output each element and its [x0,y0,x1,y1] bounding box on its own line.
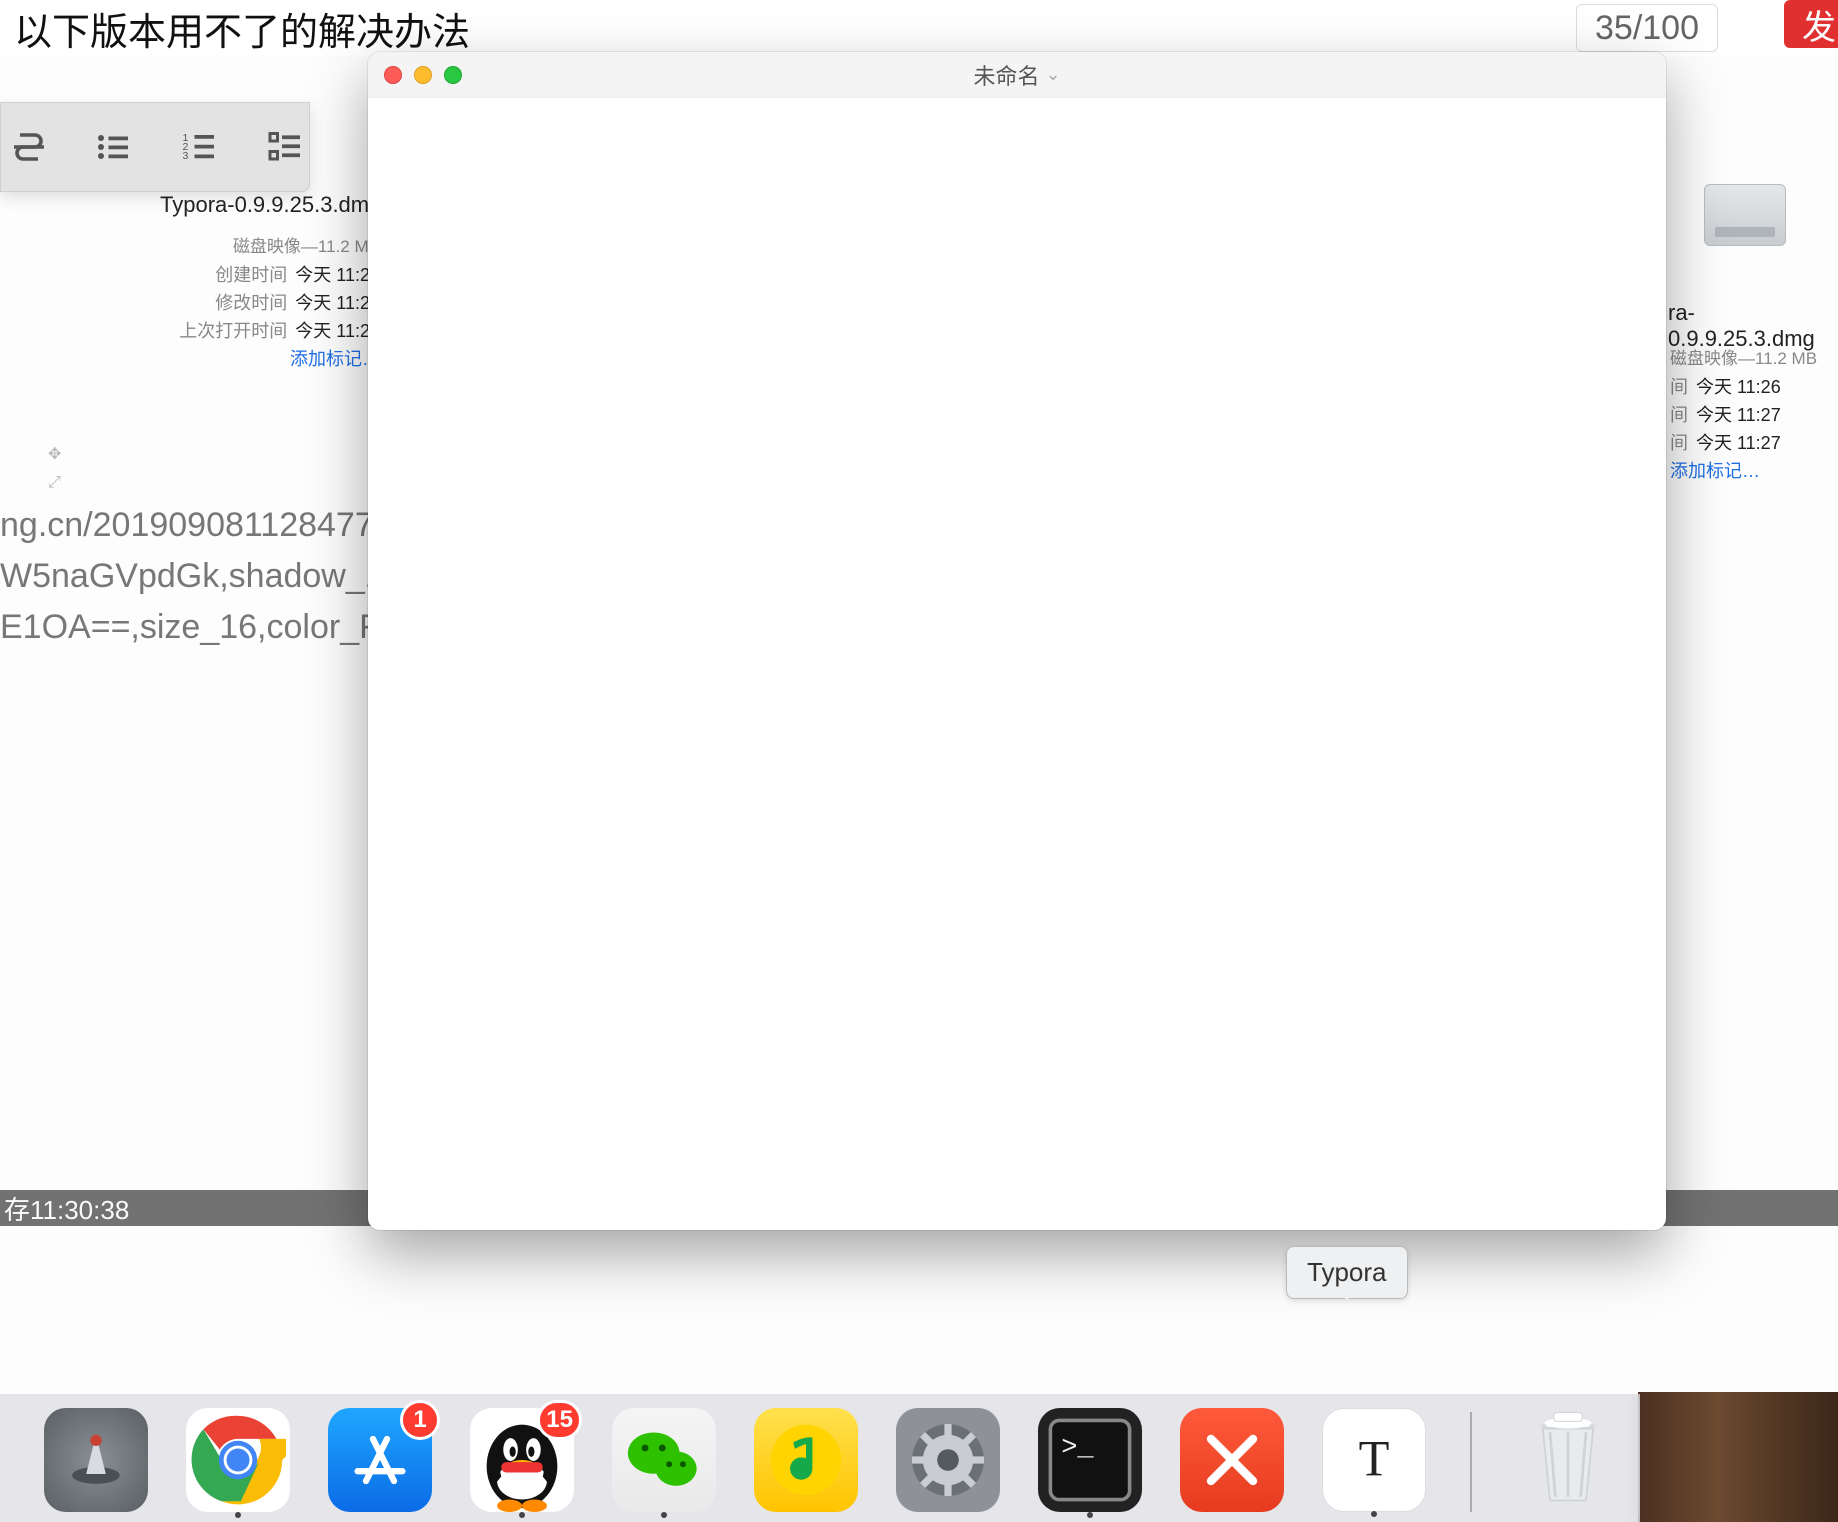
dock-app-system-preferences[interactable] [896,1408,1000,1512]
status-text: 存11:30:38 [4,1190,129,1227]
badge: 1 [400,1400,440,1440]
char-counter: 35/100 [1576,4,1718,52]
target-icon[interactable]: ✥ [48,444,61,464]
add-tag-link[interactable]: 添加标记… [290,345,380,371]
desktop-background-fragment [1638,1392,1838,1522]
meta-label: 间 [1670,401,1688,427]
dock-app-qq[interactable]: 15 [470,1408,574,1512]
running-indicator-icon [1371,1511,1377,1517]
publish-button[interactable]: 发 [1784,0,1838,48]
svg-text:3: 3 [183,150,189,162]
meta-value: 今天 11:27 [1696,401,1781,427]
editor-body[interactable] [368,98,1666,1230]
dock: 1 15 >_ T [0,1362,1838,1522]
file-name-left: Typora-0.9.9.25.3.dmg [160,192,381,218]
dock-separator [1470,1412,1472,1512]
dock-app-qqmusic[interactable] [754,1408,858,1512]
window-title: 未命名 ⌄ [368,59,1666,91]
image-tool-icons: ✥ ⤢ [48,444,61,492]
background-editor-header: 以下版本用不了的解决办法 [0,0,1838,56]
running-indicator-icon [519,1512,525,1518]
meta-value: 今天 11:27 [1696,429,1781,455]
dock-tooltip: Typora [1286,1246,1408,1299]
meta-label: 创建时间 [215,261,287,287]
url-line: E1OA==,size_16,color_FF [0,602,403,653]
dock-app-launchpad[interactable] [44,1408,148,1512]
meta-label: 间 [1670,373,1688,399]
running-indicator-icon [235,1512,241,1518]
meta-label: 间 [1670,429,1688,455]
article-title-input[interactable]: 以下版本用不了的解决办法 [10,1,470,56]
url-line: W5naGVpdGk,shadow_10 [0,551,403,602]
meta-value: 今天 11:26 [1696,373,1781,399]
running-indicator-icon [1087,1512,1093,1518]
svg-text:>_: >_ [1061,1434,1094,1464]
badge: 15 [537,1400,582,1440]
strikethrough-icon[interactable] [11,129,47,165]
dock-app-xmind[interactable] [1180,1408,1284,1512]
window-titlebar[interactable]: 未命名 ⌄ [368,52,1666,98]
svg-text:T: T [1359,1430,1390,1486]
file-info-left: 磁盘映像—11.2 MB 创建时间今天 11:26 修改时间今天 11:27 上… [100,232,380,373]
url-line: ng.cn/2019090811284770 [0,500,403,551]
file-info-right: 磁盘映像—11.2 MB 间今天 11:26 间今天 11:27 间今天 11:… [1670,344,1838,485]
running-indicator-icon [661,1512,667,1518]
chevron-down-icon[interactable]: ⌄ [1045,64,1060,85]
task-list-icon[interactable] [265,129,305,165]
meta-label: 上次打开时间 [179,317,287,343]
meta-label: 修改时间 [215,289,287,315]
url-text-block: ng.cn/2019090811284770 W5naGVpdGk,shadow… [0,500,403,653]
dock-app-chrome[interactable] [186,1408,290,1512]
expand-icon[interactable]: ⤢ [48,474,61,492]
ordered-list-icon[interactable]: 123 [179,129,219,165]
unordered-list-icon[interactable] [93,129,133,165]
file-meta-header-right: 磁盘映像—11.2 MB [1670,344,1838,369]
window-title-text: 未命名 [973,59,1039,91]
dock-trash[interactable] [1516,1408,1620,1512]
dock-app-appstore[interactable]: 1 [328,1408,432,1512]
add-tag-link[interactable]: 添加标记… [1670,457,1760,483]
dock-app-terminal[interactable]: >_ [1038,1408,1142,1512]
file-meta-header-left: 磁盘映像—11.2 MB [100,232,380,257]
dock-app-wechat[interactable] [612,1408,716,1512]
typora-window[interactable]: 未命名 ⌄ [368,52,1666,1230]
disk-image-icon [1704,184,1786,246]
formatting-toolbar: 123 [0,102,310,192]
dock-app-typora[interactable]: T [1322,1408,1426,1512]
